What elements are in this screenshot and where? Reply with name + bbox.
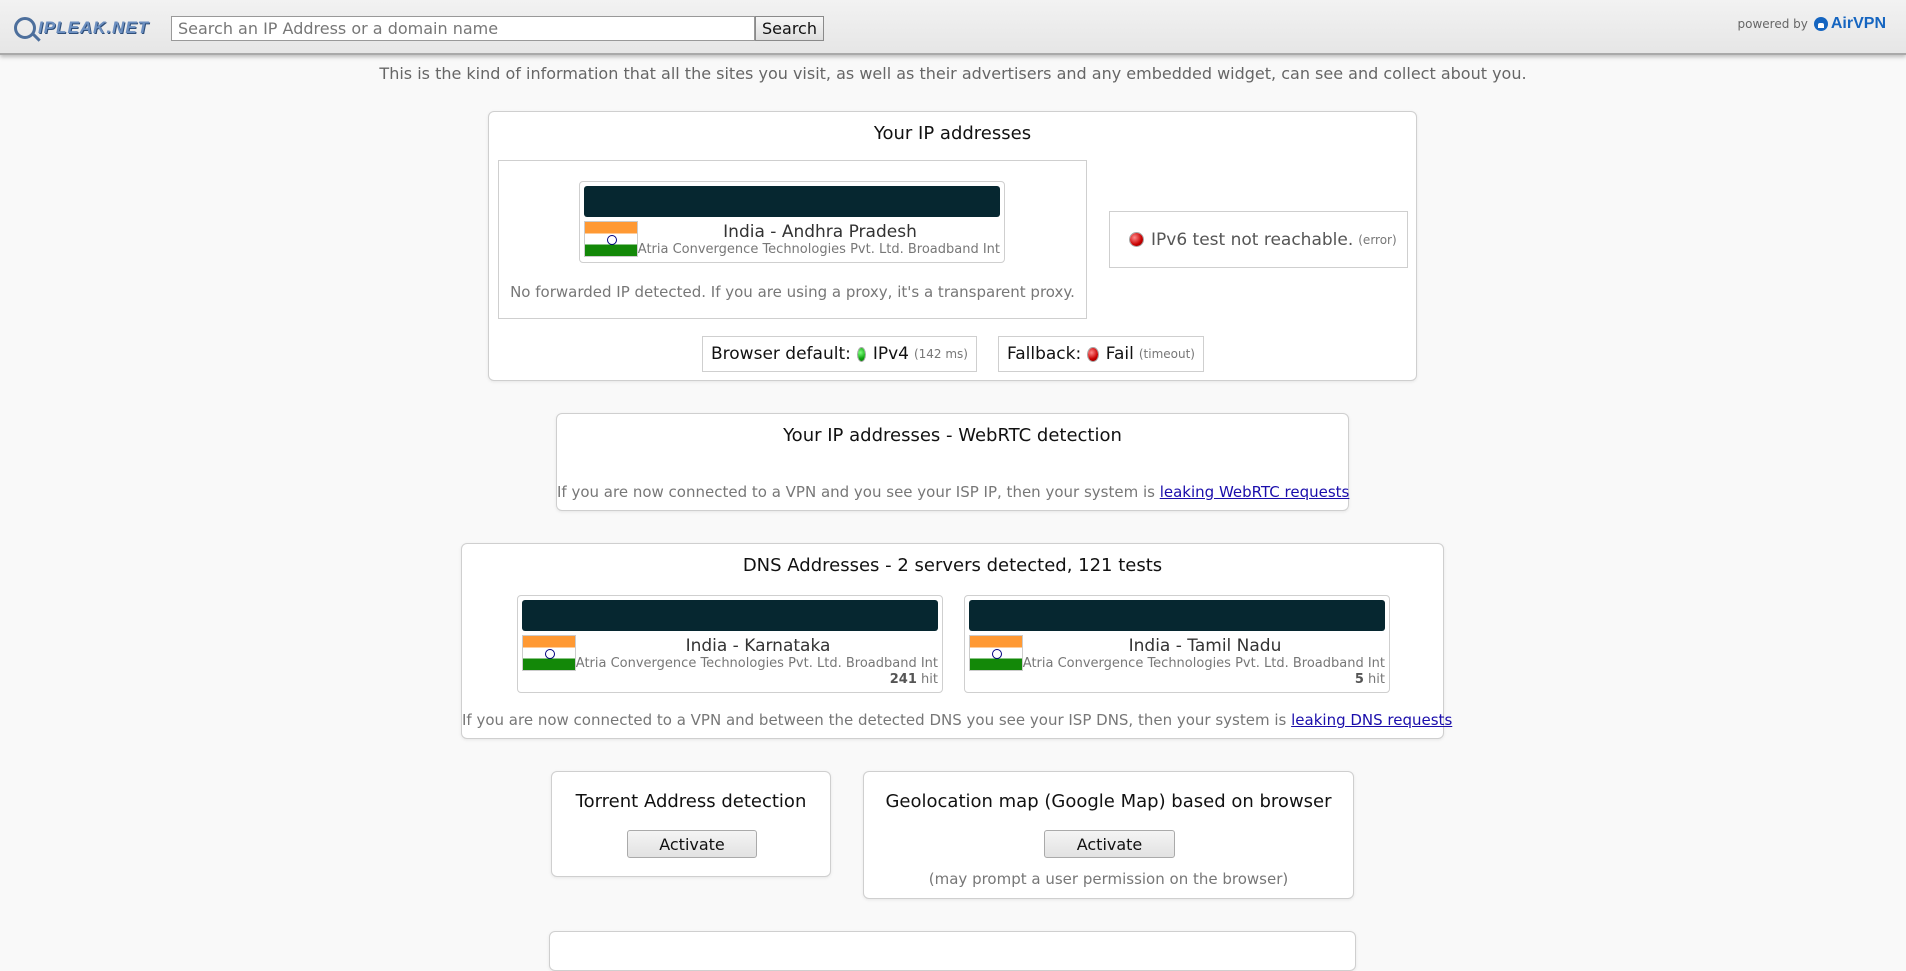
dns-panel-title: DNS Addresses - 2 servers detected, 121 … [742, 555, 1163, 576]
airvpn-link[interactable]: AirVPN [1813, 15, 1886, 33]
ipv4-location: India - Andhra Pradesh [723, 222, 917, 242]
browser-default-note: (142 ms) [913, 347, 968, 361]
webrtc-panel: Your IP addresses - WebRTC detection If … [556, 413, 1349, 511]
geolocation-panel: Geolocation map (Google Map) based on br… [863, 771, 1354, 899]
ip-addresses-panel: Your IP addresses India - Andhra Pradesh… [488, 111, 1417, 381]
dns-panel: DNS Addresses - 2 servers detected, 121 … [461, 543, 1452, 739]
search-input[interactable] [171, 16, 755, 41]
dns-server-hits: 5 hit [1355, 672, 1385, 687]
site-logo[interactable]: IPLEAK.NET [14, 15, 150, 41]
logo-text: IPLEAK.NET [38, 18, 150, 37]
dns-hit-count: 241 [889, 672, 917, 687]
fallback-value: Fail [1105, 344, 1134, 364]
india-flag-icon [522, 635, 576, 671]
ipv6-status: IPv6 test not reachable. (error) [1109, 211, 1408, 268]
dns-server-card: India - Karnataka Atria Convergence Tech… [517, 595, 943, 693]
next-panel [549, 931, 1356, 971]
fallback-label: Fallback: [1007, 344, 1082, 364]
airvpn-brand-text: AirVPN [1830, 15, 1886, 32]
error-status-icon [1130, 233, 1143, 246]
dns-note: If you are now connected to a VPN and be… [462, 711, 1452, 729]
dns-server-hits: 241 hit [890, 672, 938, 687]
leaking-dns-link[interactable]: leaking DNS requests [1291, 711, 1452, 729]
dns-hit-label: hit [1368, 672, 1385, 687]
redacted-ip-address [584, 186, 1000, 217]
geolocation-activate-button[interactable]: Activate [1044, 830, 1175, 858]
leaking-webrtc-link[interactable]: leaking WebRTC requests [1160, 483, 1350, 501]
ipv6-status-note: (error) [1358, 232, 1397, 247]
browser-default-value: IPv4 [872, 344, 909, 364]
magnifier-logo-icon [14, 17, 36, 39]
dns-server-card: India - Tamil Nadu Atria Convergence Tec… [964, 595, 1390, 693]
dns-hit-label: hit [921, 672, 938, 687]
ip-panel-title: Your IP addresses [873, 123, 1032, 144]
intro-text: This is the kind of information that all… [379, 64, 1527, 83]
dns-note-text: If you are now connected to a VPN and be… [462, 711, 1287, 729]
redacted-dns-address [522, 600, 938, 631]
torrent-activate-button[interactable]: Activate [627, 830, 757, 858]
forwarded-ip-note: No forwarded IP detected. If you are usi… [510, 283, 1075, 301]
redacted-dns-address [969, 600, 1385, 631]
webrtc-note: If you are now connected to a VPN and yo… [557, 483, 1350, 501]
dns-server-location: India - Karnataka [685, 636, 831, 656]
search-button[interactable]: Search [755, 16, 824, 41]
geolocation-panel-title: Geolocation map (Google Map) based on br… [885, 791, 1332, 812]
browser-default-label: Browser default: [711, 344, 851, 364]
powered-by-label: powered by [1737, 17, 1808, 31]
ipv4-isp: Atria Convergence Technologies Pvt. Ltd.… [637, 242, 1000, 257]
fallback-note: (timeout) [1138, 347, 1195, 361]
dns-server-isp: Atria Convergence Technologies Pvt. Ltd.… [575, 656, 938, 671]
webrtc-panel-title: Your IP addresses - WebRTC detection [783, 425, 1122, 446]
dns-server-location: India - Tamil Nadu [1128, 636, 1282, 656]
ipv6-status-text: IPv6 test not reachable. [1151, 229, 1354, 250]
torrent-panel: Torrent Address detection Activate [551, 771, 831, 877]
powered-by: powered by AirVPN [1738, 15, 1886, 33]
india-flag-icon [969, 635, 1023, 671]
dns-hit-count: 5 [1354, 672, 1364, 687]
top-bar: IPLEAK.NET Search powered by AirVPN [0, 0, 1906, 55]
torrent-panel-title: Torrent Address detection [575, 791, 807, 812]
ipv4-box: India - Andhra Pradesh Atria Convergence… [498, 160, 1087, 319]
ok-status-icon [857, 347, 865, 361]
dns-server-isp: Atria Convergence Technologies Pvt. Ltd.… [1022, 656, 1385, 671]
airvpn-lock-icon [1813, 17, 1828, 31]
india-flag-icon [584, 221, 638, 257]
ipv4-card: India - Andhra Pradesh Atria Convergence… [579, 181, 1005, 263]
browser-default-status: Browser default: IPv4 (142 ms) [702, 336, 977, 372]
error-status-icon [1088, 347, 1098, 361]
fallback-status: Fallback: Fail (timeout) [998, 336, 1204, 372]
webrtc-note-text: If you are now connected to a VPN and yo… [557, 483, 1155, 501]
geolocation-note: (may prompt a user permission on the bro… [928, 870, 1289, 888]
